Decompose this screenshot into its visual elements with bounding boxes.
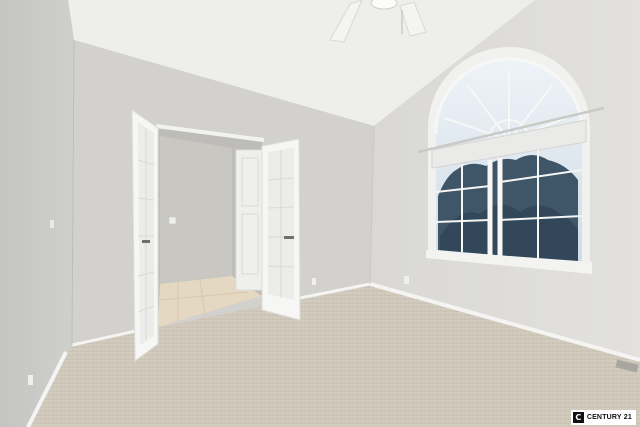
light-switch: [168, 216, 177, 225]
fan-light: [370, 0, 398, 10]
watermark-brand-text: CENTURY 21: [586, 414, 632, 421]
door-handle-right: [284, 236, 294, 239]
century21-logo-icon: C: [572, 412, 584, 423]
room-photo: C CENTURY 21: [0, 0, 640, 427]
door-handle-left: [142, 240, 150, 243]
century21-watermark: C CENTURY 21: [570, 410, 636, 425]
wall-outlet-right: [404, 276, 409, 284]
room-scene-illustration: [0, 0, 640, 427]
wall-outlet-left: [28, 375, 33, 385]
